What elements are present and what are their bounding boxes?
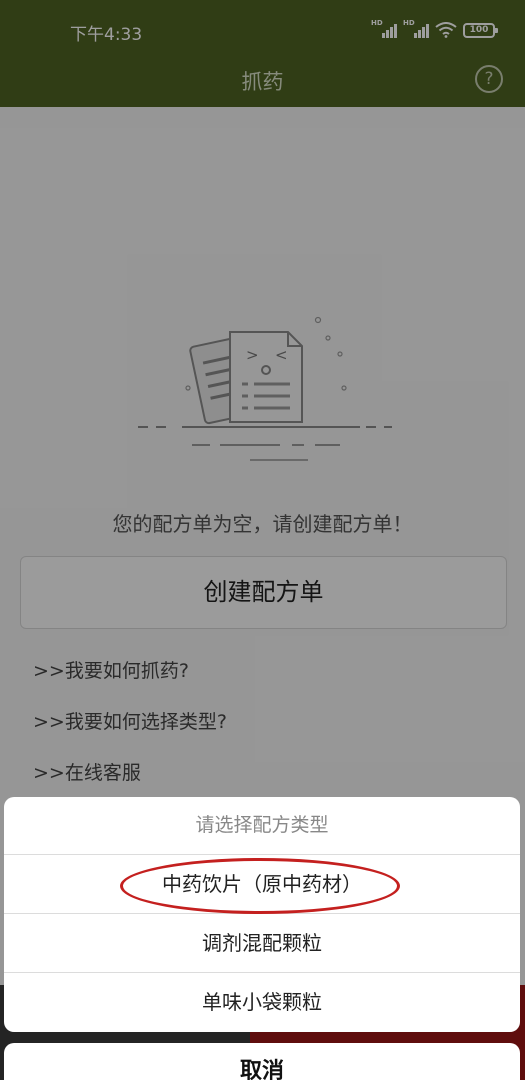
- cancel-button[interactable]: 取消: [4, 1043, 520, 1080]
- highlight-circle: [120, 858, 400, 914]
- prescription-type-sheet: 请选择配方类型 中药饮片（原中药材） 调剂混配颗粒 单味小袋颗粒: [4, 797, 520, 1032]
- option-mixed-granules[interactable]: 调剂混配颗粒: [4, 913, 520, 972]
- sheet-title: 请选择配方类型: [195, 814, 329, 836]
- option-single-granule-bags[interactable]: 单味小袋颗粒: [4, 972, 520, 1031]
